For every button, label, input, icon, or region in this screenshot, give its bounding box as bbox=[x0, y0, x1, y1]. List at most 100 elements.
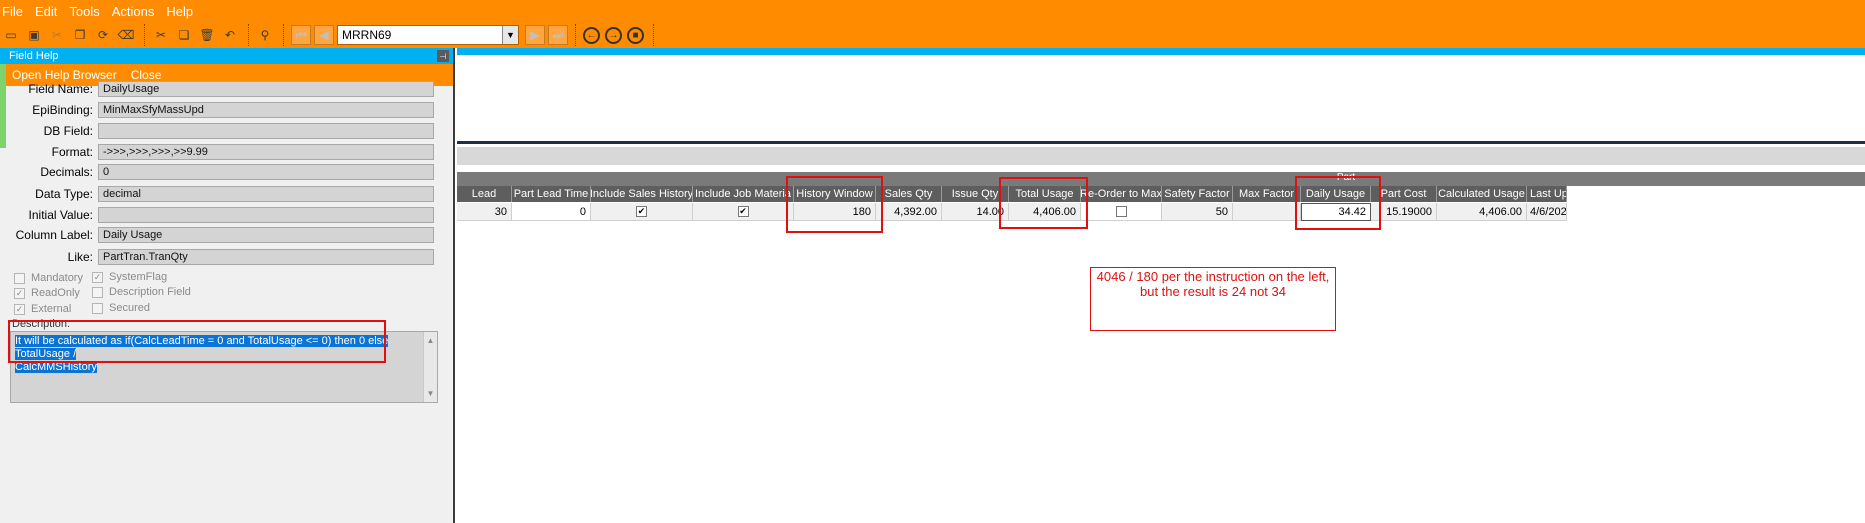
cut-icon[interactable]: ✂ bbox=[152, 26, 170, 44]
data-type-value[interactable]: decimal bbox=[98, 186, 434, 202]
cut-small-icon[interactable]: ✂ bbox=[48, 26, 66, 44]
checkbox-label: Mandatory bbox=[31, 272, 83, 284]
forward-icon[interactable]: → bbox=[605, 26, 622, 44]
field-label: Initial Value: bbox=[28, 208, 93, 222]
field-label: Like: bbox=[67, 250, 93, 264]
initial-value-value[interactable] bbox=[98, 207, 434, 223]
pin-icon[interactable]: ⊣ bbox=[437, 50, 449, 62]
field-label: Data Type: bbox=[35, 187, 93, 201]
checkbox-label: Description Field bbox=[109, 286, 191, 298]
db-field-value[interactable] bbox=[98, 123, 434, 139]
checkbox-box bbox=[14, 272, 25, 284]
col-header-sales-qty[interactable]: Sales Qty bbox=[876, 186, 942, 202]
checkbox-box bbox=[1115, 206, 1127, 217]
cell-reorder-to-max[interactable] bbox=[1081, 203, 1162, 221]
home-icon[interactable]: ■ bbox=[627, 26, 644, 44]
mandatory-checkbox[interactable]: Mandatory bbox=[14, 272, 83, 284]
check-icon: ✔ bbox=[636, 206, 647, 217]
cell-lead[interactable]: 30 bbox=[457, 203, 512, 221]
scroll-up-icon[interactable]: ▲ bbox=[427, 336, 435, 345]
cell-include-sales-history[interactable]: ✔ bbox=[591, 203, 693, 221]
col-header-calculated-usage[interactable]: Calculated Usage bbox=[1437, 186, 1527, 202]
menu-actions[interactable]: Actions bbox=[112, 4, 155, 19]
epibinding-value[interactable]: MinMaxSfyMassUpd bbox=[98, 102, 434, 118]
external-checkbox[interactable]: ✓ External bbox=[14, 303, 71, 315]
field-help-title: Field Help bbox=[9, 50, 59, 62]
annotation-note: 4046 / 180 per the instruction on the le… bbox=[1090, 267, 1336, 331]
toolbar-separator bbox=[575, 24, 577, 46]
col-header-last-updated[interactable]: Last Upd bbox=[1527, 186, 1567, 202]
field-name-value[interactable]: DailyUsage bbox=[98, 81, 434, 97]
description-field-checkbox[interactable]: Description Field bbox=[92, 286, 191, 298]
col-header-safety-factor[interactable]: Safety Factor bbox=[1162, 186, 1233, 202]
cell-sales-qty[interactable]: 4,392.00 bbox=[876, 203, 942, 221]
field-label: DB Field: bbox=[43, 124, 93, 138]
prev-record-icon[interactable]: ◀ bbox=[314, 25, 334, 45]
field-help-panel: Field Help ⊣ Open Help Browser Close Fie… bbox=[0, 48, 455, 523]
cell-last-updated[interactable]: 4/6/2022 bbox=[1527, 203, 1567, 221]
column-label-value[interactable]: Daily Usage bbox=[98, 227, 434, 243]
annotation-line-2: but the result is 24 not 34 bbox=[1140, 284, 1286, 299]
next-record-icon[interactable]: ▶ bbox=[525, 25, 545, 45]
menu-tools[interactable]: Tools bbox=[69, 4, 99, 19]
cell-part-lead-time[interactable]: 0 bbox=[512, 203, 591, 221]
clear-icon[interactable]: ⌫ bbox=[117, 26, 135, 44]
col-header-include-sales-history[interactable]: Include Sales History bbox=[591, 186, 693, 202]
systemflag-checkbox[interactable]: ✓ SystemFlag bbox=[92, 271, 167, 283]
checkbox-label: Secured bbox=[109, 302, 150, 314]
decimals-value[interactable]: 0 bbox=[98, 164, 434, 180]
refresh-icon[interactable]: ⟳ bbox=[94, 26, 112, 44]
toolbar: ▭ ▣ ✂ ❐ ⟳ ⌫ ✂ ❏ 🗑 ↶ ⚲ ⏮ ◀ MRRN69 ▼ ▶ ⏭ ←… bbox=[0, 22, 1865, 48]
col-header-max-factor[interactable]: Max Factor bbox=[1233, 186, 1301, 202]
new-icon[interactable]: ▭ bbox=[2, 26, 20, 44]
grid-group-header: Part bbox=[457, 172, 1865, 186]
save-icon[interactable]: ▣ bbox=[25, 26, 43, 44]
checkbox-label: External bbox=[31, 303, 72, 315]
part-combo[interactable]: MRRN69 ▼ bbox=[337, 25, 519, 45]
cell-include-job-material[interactable]: ✔ bbox=[693, 203, 794, 221]
field-help-title-bar: Field Help ⊣ bbox=[0, 48, 453, 64]
cell-calculated-usage[interactable]: 4,406.00 bbox=[1437, 203, 1527, 221]
first-record-icon[interactable]: ⏮ bbox=[291, 25, 311, 45]
cell-max-factor[interactable] bbox=[1233, 203, 1301, 221]
readonly-checkbox[interactable]: ✓ ReadOnly bbox=[14, 287, 80, 299]
col-header-part-lead-time[interactable]: Part Lead Time bbox=[512, 186, 591, 202]
chevron-down-icon[interactable]: ▼ bbox=[502, 26, 518, 44]
undo-icon[interactable]: ↶ bbox=[221, 26, 239, 44]
cell-safety-factor[interactable]: 50 bbox=[1162, 203, 1233, 221]
menu-edit[interactable]: Edit bbox=[35, 4, 57, 19]
secured-checkbox[interactable]: Secured bbox=[92, 302, 150, 314]
top-accent-bar bbox=[457, 48, 1865, 55]
field-label: Format: bbox=[51, 145, 93, 159]
scroll-down-icon[interactable]: ▼ bbox=[427, 389, 435, 398]
copy-icon[interactable]: ❐ bbox=[71, 26, 89, 44]
menu-file[interactable]: File bbox=[2, 4, 23, 19]
check-icon: ✔ bbox=[737, 206, 749, 217]
col-header-reorder-to-max[interactable]: Re-Order to Max bbox=[1081, 186, 1162, 202]
toolbar-separator bbox=[248, 24, 250, 46]
field-label: EpiBinding: bbox=[32, 103, 93, 117]
format-value[interactable]: ->>>,>>>,>>>,>>9.99 bbox=[98, 144, 434, 160]
col-header-lead[interactable]: Lead bbox=[457, 186, 512, 202]
last-record-icon[interactable]: ⏭ bbox=[548, 25, 568, 45]
checkbox-box bbox=[92, 302, 103, 314]
check-icon: ✓ bbox=[14, 287, 25, 299]
menu-help[interactable]: Help bbox=[166, 4, 193, 19]
back-icon[interactable]: ← bbox=[583, 26, 600, 44]
binoculars-icon[interactable]: ⚲ bbox=[256, 26, 274, 44]
highlight-box-history-window bbox=[786, 176, 883, 233]
field-row-like: Like: PartTran.TranQty bbox=[0, 248, 434, 266]
field-row-db-field: DB Field: bbox=[0, 122, 434, 140]
col-header-include-job-material[interactable]: Include Job Materia bbox=[693, 186, 794, 202]
delete-icon[interactable]: 🗑 bbox=[198, 26, 216, 44]
field-row-format: Format: ->>>,>>>,>>>,>>9.99 bbox=[0, 143, 434, 161]
like-value[interactable]: PartTran.TranQty bbox=[98, 249, 434, 265]
highlight-box-total-usage bbox=[999, 177, 1088, 229]
field-label: Field Name: bbox=[28, 82, 93, 96]
toolbar-separator bbox=[653, 24, 655, 46]
description-scrollbar[interactable]: ▲ ▼ bbox=[423, 332, 437, 402]
main-grid-area: Part Lead Part Lead Time Include Sales H… bbox=[457, 48, 1865, 523]
paste-icon[interactable]: ❏ bbox=[175, 26, 193, 44]
toolbar-separator bbox=[283, 24, 285, 46]
field-row-field-name: Field Name: DailyUsage bbox=[0, 80, 434, 98]
